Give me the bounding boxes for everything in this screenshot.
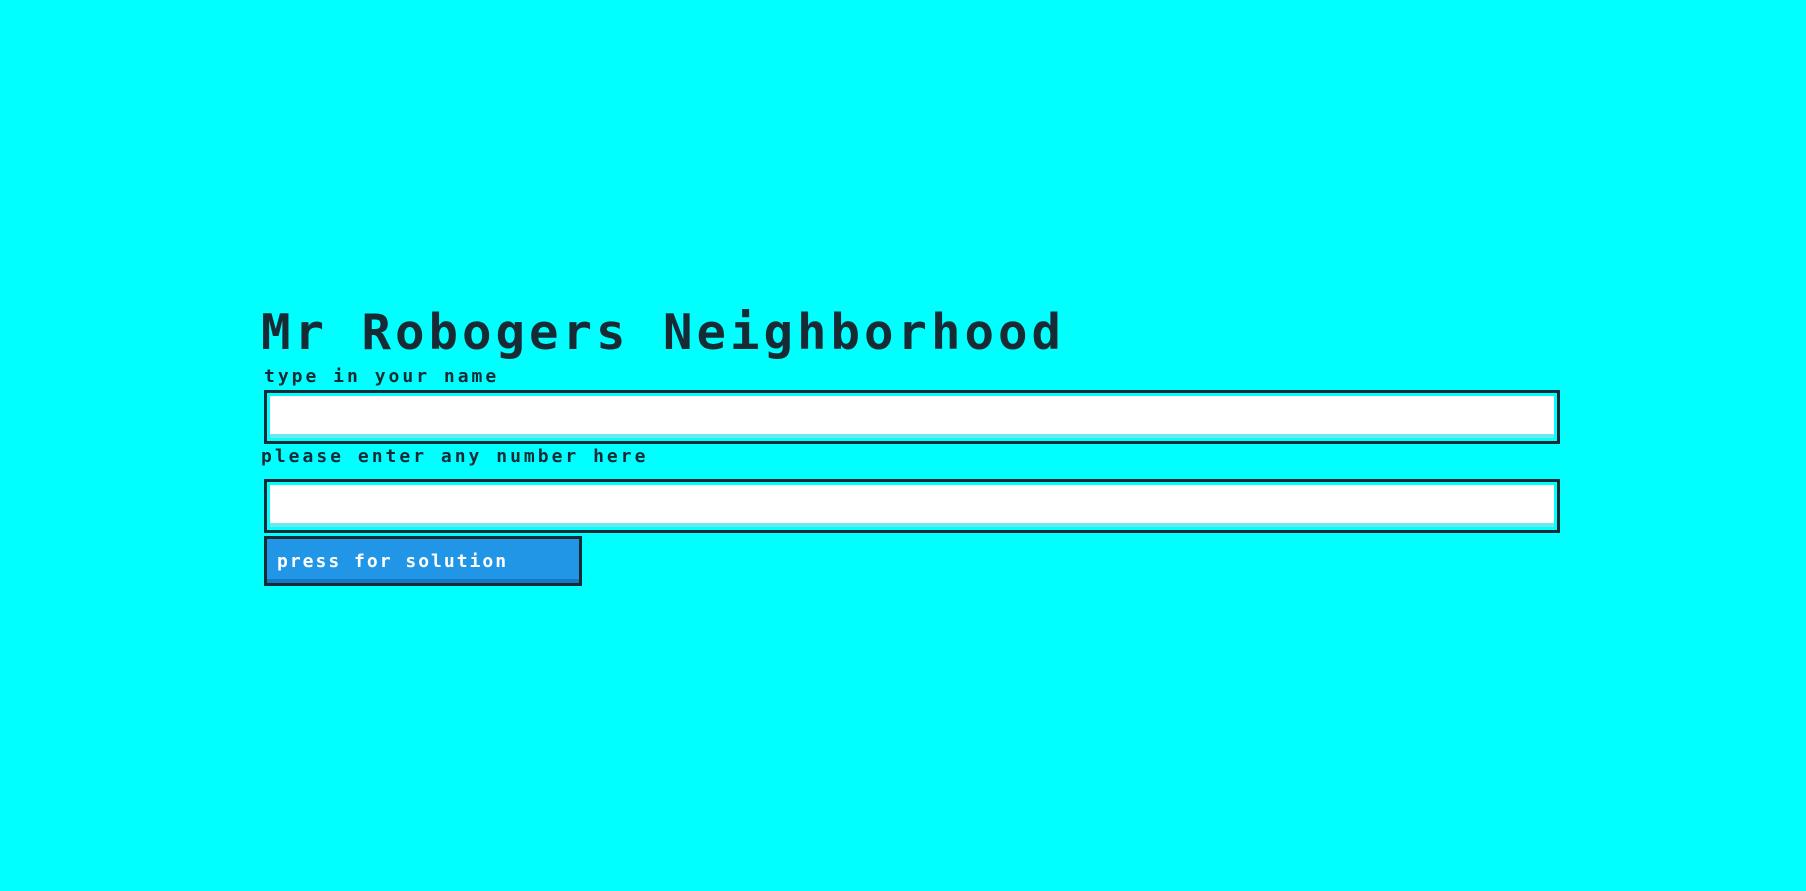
solution-button[interactable]: press for solution [264,536,582,586]
number-field-frame [264,479,1560,533]
main-form-container: Mr Robogers Neighborhood type in your na… [261,303,1560,586]
number-input[interactable] [270,485,1554,527]
number-label: please enter any number here [261,446,649,467]
name-input[interactable] [270,396,1554,438]
page-title: Mr Robogers Neighborhood [261,304,1066,361]
name-label: type in your name [264,366,500,387]
name-field-frame [264,390,1560,444]
